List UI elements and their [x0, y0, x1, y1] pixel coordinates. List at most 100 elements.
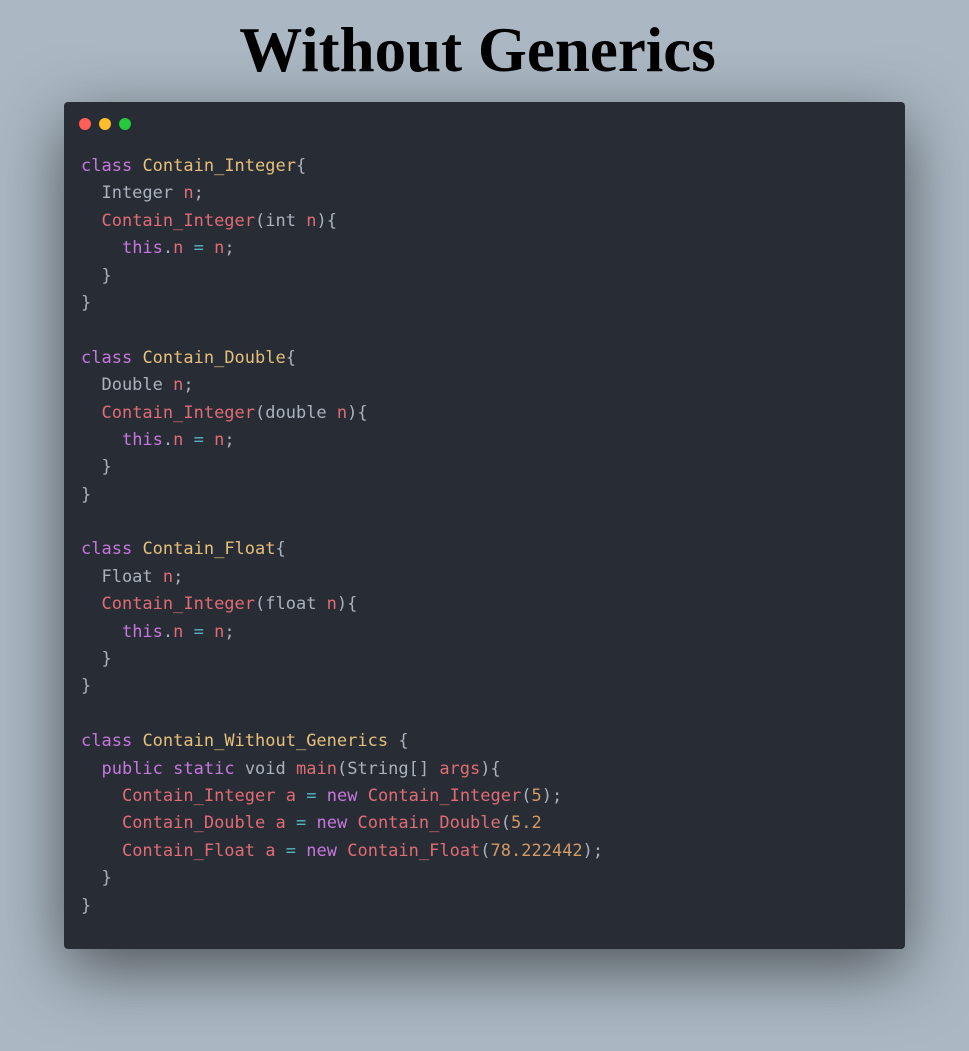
code-token: Contain_Integer — [101, 210, 256, 231]
code-token: Integer — [81, 183, 184, 204]
code-token: this — [121, 621, 163, 642]
code-token: ; — [173, 566, 184, 587]
code-block: class Contain_Integer{ Integer n; Contai… — [81, 153, 888, 920]
code-token: a — [275, 813, 286, 834]
code-token: ){ — [316, 210, 337, 231]
code-token: Double — [81, 375, 174, 396]
page-title: Without Generics — [239, 15, 716, 85]
code-token: Contain_Double — [142, 347, 286, 368]
code-token: ; — [224, 238, 235, 259]
code-line: this.n = n; — [81, 427, 888, 454]
code-line: this.n = n; — [81, 619, 888, 646]
code-token: ){ — [480, 758, 501, 779]
code-token: class — [81, 156, 133, 176]
code-line: Contain_Double a = new Contain_Double(5.… — [81, 810, 888, 837]
code-token: n — [173, 621, 184, 642]
code-token: n — [173, 375, 184, 396]
code-line: class Contain_Without_Generics { — [81, 728, 888, 755]
code-token: (String[] — [336, 758, 440, 779]
code-token: new — [326, 785, 358, 806]
code-token: = — [306, 785, 317, 806]
code-token: n — [173, 429, 184, 450]
code-token: { — [388, 731, 409, 752]
code-token: class — [81, 539, 133, 560]
code-token: n — [173, 238, 184, 259]
code-window: class Contain_Integer{ Integer n; Contai… — [64, 102, 905, 949]
code-token: ; — [224, 429, 235, 450]
code-token: = — [296, 813, 307, 834]
code-token: } — [81, 649, 112, 670]
code-token: Contain_Float — [142, 539, 276, 560]
code-line: class Contain_Float{ — [81, 536, 888, 563]
code-token: ; — [183, 375, 194, 396]
code-line: } — [81, 290, 888, 317]
code-token: new — [316, 813, 348, 834]
code-token: Contain_Float — [347, 840, 481, 861]
code-token: (float — [255, 594, 327, 615]
code-token: ( — [521, 785, 532, 806]
code-token: a — [265, 840, 276, 861]
code-line: Contain_Integer(double n){ — [81, 400, 888, 427]
code-token: main — [296, 758, 337, 779]
code-token: ; — [193, 183, 204, 204]
code-token: { — [295, 156, 307, 176]
code-token: } — [81, 292, 92, 313]
code-token: new — [306, 840, 337, 861]
code-token: ); — [582, 840, 604, 861]
code-token: class — [81, 347, 133, 368]
code-token: . — [162, 429, 174, 450]
code-token: Contain_Integer — [367, 785, 522, 806]
code-token: ){ — [347, 402, 368, 423]
code-line: } — [81, 646, 888, 673]
code-token: n — [214, 429, 225, 450]
code-token: n — [214, 621, 225, 642]
code-token: Contain_Integer — [121, 785, 276, 806]
code-token: this — [121, 238, 163, 259]
code-line: } — [81, 865, 888, 892]
code-token: } — [81, 265, 112, 286]
code-token: Contain_Integer — [142, 156, 296, 176]
code-token: n — [214, 238, 225, 259]
code-line: class Contain_Double{ — [81, 345, 888, 372]
code-token: { — [285, 347, 296, 368]
close-dot — [79, 118, 91, 130]
code-token: ; — [224, 621, 235, 642]
code-line: } — [81, 893, 888, 920]
code-token: } — [81, 457, 112, 478]
code-token: = — [193, 238, 204, 259]
code-line: Contain_Integer(int n){ — [81, 208, 888, 235]
code-token: n — [326, 594, 337, 615]
code-token: ( — [500, 813, 512, 834]
code-line: Double n; — [81, 372, 888, 399]
code-token: . — [162, 238, 174, 259]
code-token: ); — [541, 785, 563, 806]
code-token: 5 — [531, 785, 542, 806]
code-line: Contain_Integer a = new Contain_Integer(… — [81, 783, 888, 810]
code-token: static — [173, 758, 235, 779]
code-token: n — [183, 183, 194, 204]
minimize-dot — [99, 118, 111, 130]
code-token: Contain_Double — [357, 813, 501, 834]
